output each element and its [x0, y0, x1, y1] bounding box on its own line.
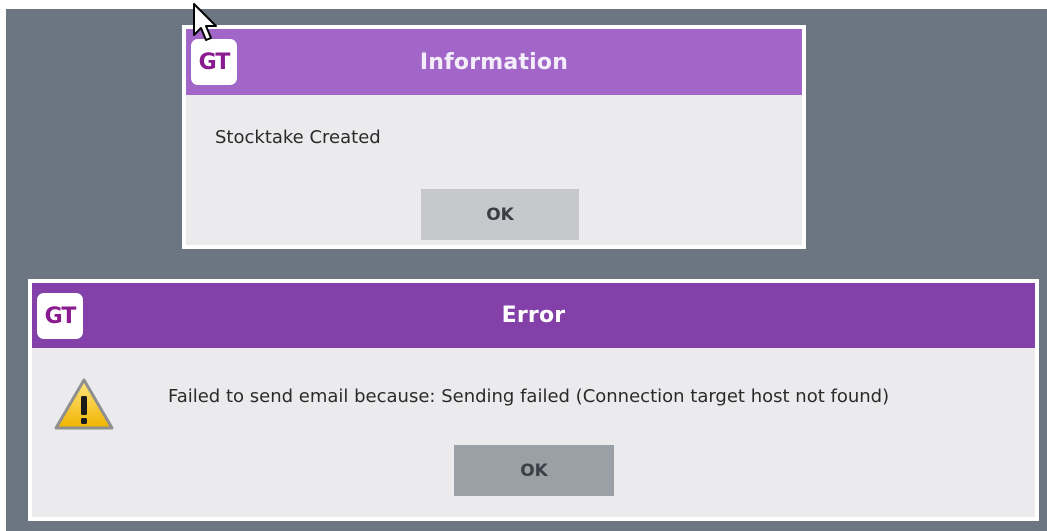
- error-titlebar: GT Error: [32, 283, 1035, 348]
- gt-logo-icon: GT: [37, 293, 83, 339]
- error-ok-button[interactable]: OK: [454, 445, 614, 496]
- information-dialog: GT Information Stocktake Created OK: [182, 25, 806, 249]
- mouse-cursor-icon: [193, 3, 217, 41]
- error-message: Failed to send email because: Sending fa…: [168, 386, 890, 407]
- warning-icon: [54, 378, 114, 430]
- error-title: Error: [501, 303, 566, 328]
- information-dialog-body: GT Information Stocktake Created OK: [186, 29, 802, 245]
- information-titlebar: GT Information: [186, 29, 802, 95]
- gt-logo-icon: GT: [191, 39, 237, 85]
- information-title: Information: [419, 49, 569, 75]
- error-dialog: GT Error Failed to send email because: S…: [28, 279, 1039, 521]
- information-message: Stocktake Created: [215, 127, 381, 148]
- error-dialog-body: GT Error Failed to send email because: S…: [32, 283, 1035, 517]
- information-ok-button[interactable]: OK: [421, 189, 579, 240]
